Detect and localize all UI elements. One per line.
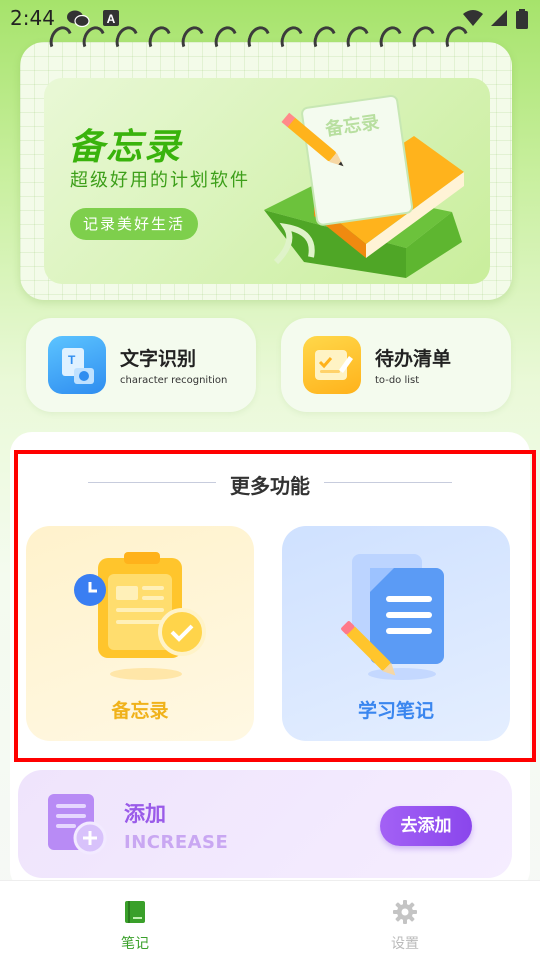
todo-list-icon — [303, 336, 361, 394]
nav-label-notes: 笔记 — [121, 936, 149, 952]
signal-icon — [490, 9, 508, 31]
gear-icon — [392, 899, 418, 929]
add-card[interactable]: 添加 INCREASE 去添加 — [18, 770, 512, 878]
banner-subtitle: 超级好用的计划软件 — [70, 170, 250, 191]
nav-item-notes[interactable]: 笔记 — [75, 881, 195, 960]
todo-list-title: 待办清单 — [375, 348, 452, 370]
bottom-nav: 笔记 设置 — [0, 880, 540, 960]
notebook-icon — [122, 899, 148, 929]
todo-list-subtitle: to-do list — [375, 375, 420, 386]
add-subtitle: INCREASE — [124, 832, 229, 853]
notebook-rings — [45, 23, 480, 60]
svg-text:T: T — [68, 353, 76, 367]
banner-title: 备忘录 — [68, 127, 183, 168]
highlight-frame — [14, 450, 536, 762]
nav-item-settings[interactable]: 设置 — [345, 881, 465, 960]
text-recognition-title: 文字识别 — [120, 348, 197, 370]
add-title: 添加 — [124, 802, 166, 826]
text-recognition-icon: T — [48, 336, 106, 394]
svg-text:A: A — [107, 12, 116, 26]
status-time: 2:44 — [10, 6, 55, 30]
go-add-button[interactable]: 去添加 — [380, 806, 472, 846]
text-recognition-subtitle: character recognition — [120, 375, 228, 386]
add-document-icon — [46, 792, 108, 862]
nav-label-settings: 设置 — [391, 936, 419, 952]
battery-icon — [516, 9, 528, 33]
todo-list-card[interactable]: 待办清单 to-do list — [281, 318, 511, 412]
text-recognition-card[interactable]: T 文字识别 character recognition — [26, 318, 256, 412]
banner-pill-button[interactable]: 记录美好生活 — [70, 208, 198, 240]
notebook-illustration: 备忘录 — [256, 92, 470, 284]
